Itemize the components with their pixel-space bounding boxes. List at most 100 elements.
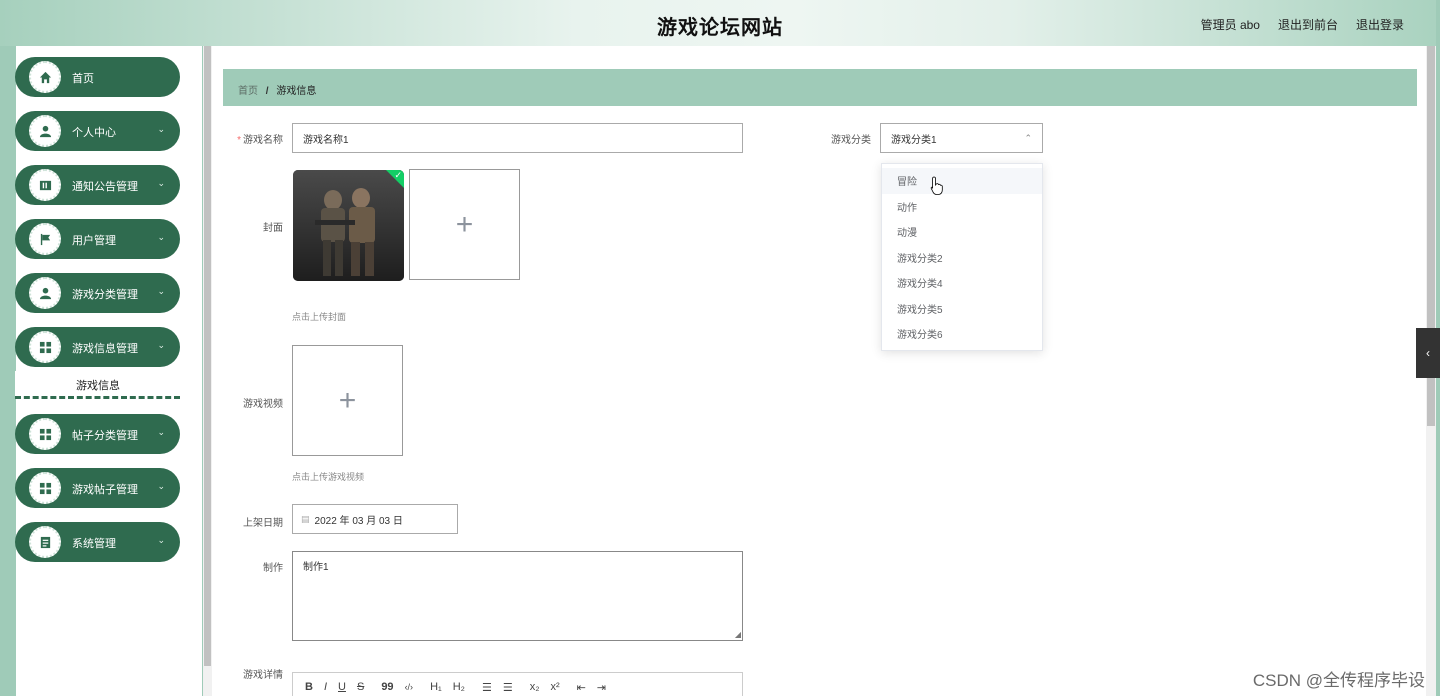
game-name-input[interactable]: 游戏名称1	[292, 123, 743, 153]
scrollbar-thumb[interactable]	[204, 46, 211, 666]
subscript-button[interactable]: x₂	[530, 681, 540, 693]
video-hint: 点击上传游戏视频	[292, 472, 365, 482]
hand-cursor-icon	[930, 176, 943, 195]
rich-text-toolbar: B I U S 99 ‹/› H₁ H₂ ☰ ☰ x₂ x² ⇤ ⇥	[292, 672, 743, 696]
producer-label: 制作	[263, 563, 283, 574]
chevron-down-icon: ⌄	[157, 286, 165, 296]
outdent-button[interactable]: ⇤	[577, 681, 586, 694]
sidebar-item-game-posts[interactable]: 游戏帖子管理 ⌄	[15, 468, 180, 508]
producer-value: 制作1	[303, 562, 329, 573]
book-icon	[29, 169, 61, 201]
required-mark: *	[237, 135, 241, 146]
grid-icon	[29, 331, 61, 363]
dropdown-option[interactable]: 游戏分类6	[882, 321, 1042, 347]
resize-grip-icon[interactable]: ◢	[735, 631, 741, 639]
person-icon	[29, 115, 61, 147]
sidebar-item-home[interactable]: 首页	[15, 57, 180, 97]
calendar-icon: ▤	[301, 513, 310, 524]
breadcrumb-home[interactable]: 首页	[238, 86, 258, 97]
chevron-down-icon: ⌄	[157, 232, 165, 242]
sidebar-item-game-category[interactable]: 游戏分类管理 ⌄	[15, 273, 180, 313]
blockquote-button[interactable]: 99	[381, 681, 393, 693]
home-icon	[29, 61, 61, 93]
dropdown-option[interactable]: 动作	[882, 194, 1042, 220]
game-category-select[interactable]: 游戏分类1 ⌃	[880, 123, 1043, 153]
sidebar-scrollbar[interactable]	[203, 46, 212, 696]
detail-label: 游戏详情	[243, 670, 283, 681]
strike-button[interactable]: S	[357, 681, 364, 693]
ordered-list-button[interactable]: ☰	[482, 681, 492, 694]
side-collapse-tab[interactable]: ‹	[1416, 328, 1440, 378]
game-category-value: 游戏分类1	[891, 134, 937, 146]
grid-icon	[29, 418, 61, 450]
chevron-up-icon: ⌃	[1024, 133, 1032, 143]
dropdown-option[interactable]: 游戏分类4	[882, 270, 1042, 296]
plus-icon: +	[455, 207, 474, 241]
check-icon: ✓	[394, 170, 402, 180]
h2-button[interactable]: H₂	[453, 681, 465, 693]
exit-to-front-link[interactable]: 退出到前台	[1278, 16, 1338, 33]
producer-textarea[interactable]: 制作1 ◢	[292, 551, 743, 641]
top-header: 游戏论坛网站 管理员 abo 退出到前台 退出登录	[0, 0, 1440, 46]
sidebar-item-label: 个人中心	[72, 127, 116, 139]
cover-hint: 点击上传封面	[292, 312, 347, 322]
chevron-down-icon: ⌄	[157, 481, 165, 491]
category-dropdown: 冒险 动作 动漫 游戏分类2 游戏分类4 游戏分类5 游戏分类6	[881, 163, 1043, 351]
cover-image[interactable]: ✓	[293, 170, 404, 281]
sidebar-item-label: 游戏帖子管理	[72, 484, 138, 496]
sidebar-item-label: 游戏分类管理	[72, 289, 138, 301]
flag-icon	[29, 223, 61, 255]
sidebar-item-label: 通知公告管理	[72, 181, 138, 193]
submenu-item-game-info[interactable]: 游戏信息	[15, 371, 180, 399]
sidebar-item-label: 系统管理	[72, 538, 116, 550]
header-links: 管理员 abo 退出到前台 退出登录	[1201, 16, 1404, 33]
sidebar-item-label: 帖子分类管理	[72, 430, 138, 442]
date-label: 上架日期	[243, 518, 283, 529]
main-content: 首页 / 游戏信息 * 游戏名称 游戏名称1 游戏分类 游戏分类1 ⌃ 封面 ✓ …	[212, 46, 1426, 696]
sidebar-item-notice[interactable]: 通知公告管理 ⌄	[15, 165, 180, 205]
date-picker-input[interactable]: ▤ 2022 年 03 月 03 日	[292, 504, 458, 534]
dropdown-option[interactable]: 冒险	[882, 168, 1042, 194]
admin-user-label: 管理员 abo	[1200, 18, 1260, 32]
date-value: 2022 年 03 月 03 日	[314, 515, 403, 527]
breadcrumb: 首页 / 游戏信息	[223, 69, 1417, 106]
document-icon	[29, 526, 61, 558]
plus-icon: +	[338, 383, 357, 417]
code-button[interactable]: ‹/›	[405, 682, 414, 692]
sidebar-item-system[interactable]: 系统管理 ⌄	[15, 522, 180, 562]
chevron-left-icon: ‹	[1426, 346, 1430, 360]
dropdown-option[interactable]: 动漫	[882, 219, 1042, 245]
person-icon	[29, 277, 61, 309]
video-upload-button[interactable]: +	[292, 345, 403, 456]
sidebar-item-game-info[interactable]: 游戏信息管理 ⌄	[15, 327, 180, 367]
submenu-label: 游戏信息	[76, 380, 120, 392]
dropdown-option[interactable]: 游戏分类2	[882, 245, 1042, 271]
chevron-down-icon: ⌄	[157, 178, 165, 188]
dropdown-option[interactable]: 游戏分类5	[882, 296, 1042, 322]
breadcrumb-separator: /	[265, 86, 269, 97]
sidebar-item-users[interactable]: 用户管理 ⌄	[15, 219, 180, 259]
grid-icon	[29, 472, 61, 504]
chevron-down-icon: ⌄	[157, 535, 165, 545]
h1-button[interactable]: H₁	[430, 681, 442, 693]
sidebar-item-label: 游戏信息管理	[72, 343, 138, 355]
superscript-button[interactable]: x²	[550, 681, 559, 693]
game-name-label: * 游戏名称	[237, 135, 283, 146]
cover-upload-button[interactable]: +	[409, 169, 520, 280]
chevron-down-icon: ⌄	[157, 427, 165, 437]
indent-button[interactable]: ⇥	[597, 681, 606, 694]
game-category-label: 游戏分类	[831, 135, 871, 146]
bullet-list-button[interactable]: ☰	[503, 681, 513, 694]
sidebar-item-post-category[interactable]: 帖子分类管理 ⌄	[15, 414, 180, 454]
bold-button[interactable]: B	[305, 681, 313, 693]
video-label: 游戏视频	[243, 399, 283, 410]
sidebar-item-label: 用户管理	[72, 235, 116, 247]
watermark: CSDN @全传程序毕设	[1252, 671, 1425, 690]
sidebar-item-profile[interactable]: 个人中心 ⌄	[15, 111, 180, 151]
logout-link[interactable]: 退出登录	[1356, 16, 1404, 33]
underline-button[interactable]: U	[338, 681, 346, 693]
italic-button[interactable]: I	[324, 681, 327, 693]
chevron-down-icon: ⌄	[157, 124, 165, 134]
breadcrumb-current: 游戏信息	[276, 86, 317, 97]
sidebar-item-label: 首页	[72, 73, 94, 85]
